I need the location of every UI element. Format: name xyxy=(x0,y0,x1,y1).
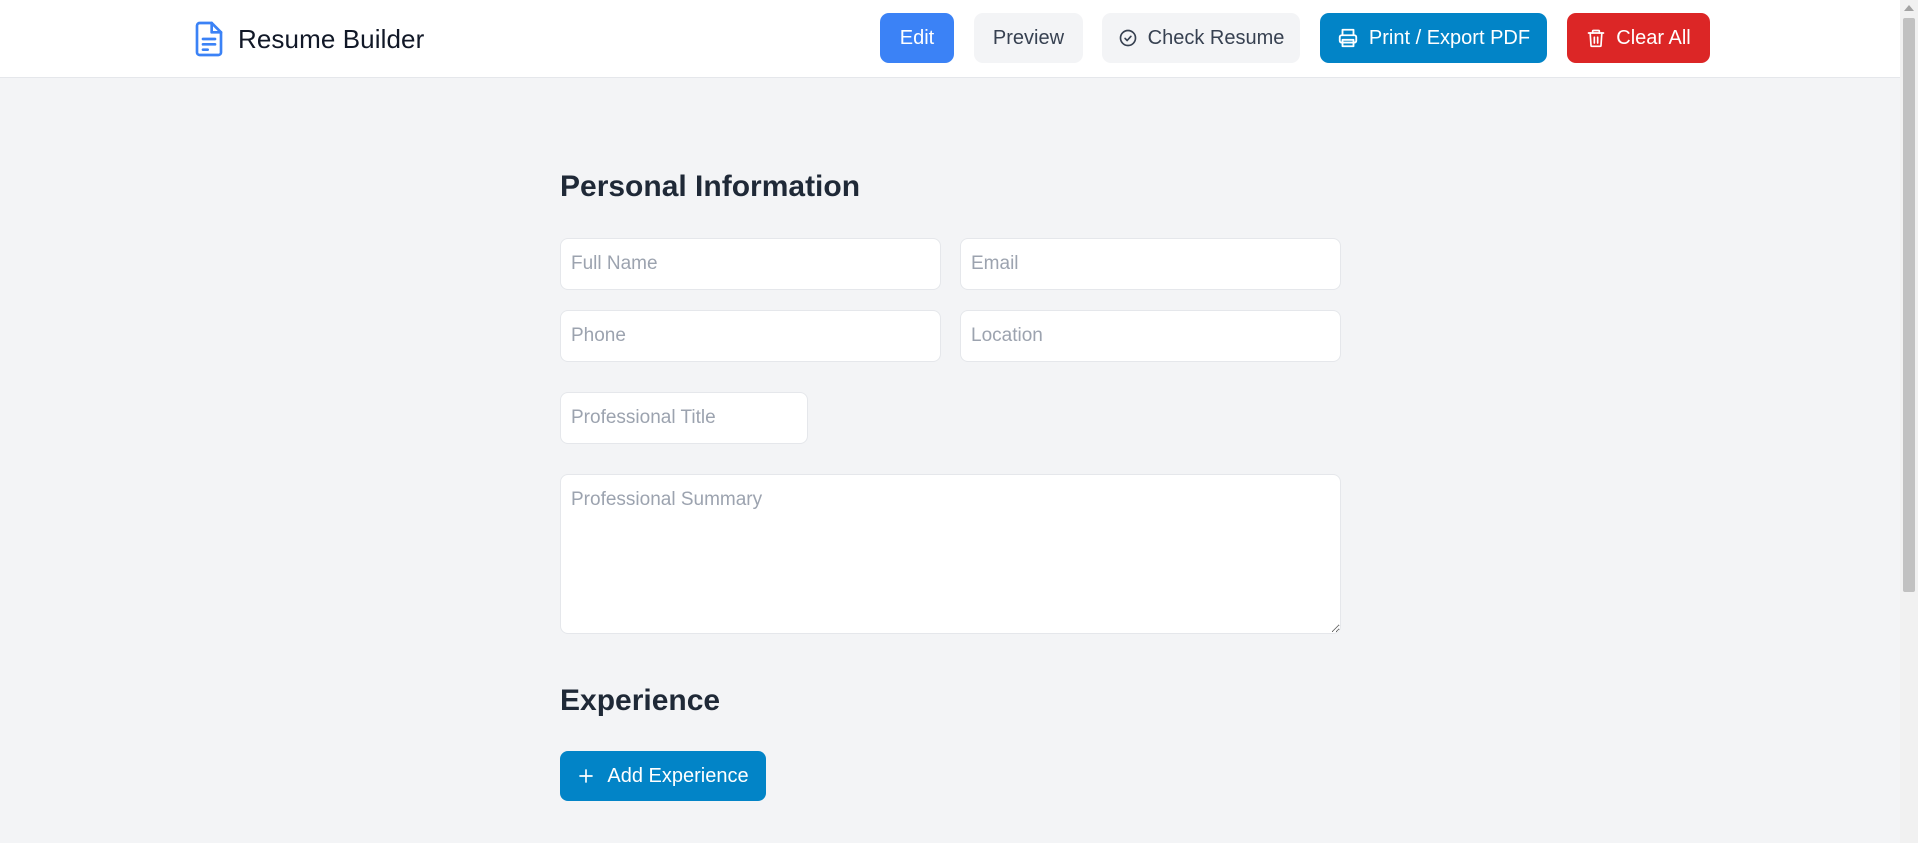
check-resume-button-label: Check Resume xyxy=(1147,26,1285,49)
trash-icon xyxy=(1586,27,1606,49)
printer-icon xyxy=(1337,27,1359,49)
scrollbar-thumb[interactable] xyxy=(1903,18,1915,592)
preview-button[interactable]: Preview xyxy=(974,13,1083,63)
check-resume-button[interactable]: Check Resume xyxy=(1102,13,1300,63)
add-experience-button-label: Add Experience xyxy=(607,764,749,787)
page-scrollbar[interactable] xyxy=(1900,0,1918,843)
preview-button-label: Preview xyxy=(992,26,1065,49)
edit-button-label: Edit xyxy=(899,26,935,49)
professional-summary-textarea[interactable] xyxy=(560,474,1341,634)
clear-all-button-label: Clear All xyxy=(1616,26,1691,49)
phone-input[interactable] xyxy=(560,310,941,362)
app-title: Resume Builder xyxy=(238,23,425,54)
experience-heading: Experience xyxy=(560,684,721,717)
check-circle-icon xyxy=(1118,28,1138,48)
add-experience-button[interactable]: Add Experience xyxy=(560,751,766,801)
scroll-up-arrow-icon[interactable] xyxy=(1900,0,1918,16)
professional-title-input[interactable] xyxy=(560,392,808,444)
edit-button[interactable]: Edit xyxy=(880,13,954,63)
personal-info-heading: Personal Information xyxy=(560,170,861,203)
plus-icon xyxy=(577,767,595,785)
document-icon xyxy=(192,19,226,59)
brand: Resume Builder xyxy=(192,18,424,60)
app-header: Resume Builder Edit Preview Check Resume… xyxy=(0,0,1900,78)
clear-all-button[interactable]: Clear All xyxy=(1567,13,1710,63)
email-input[interactable] xyxy=(960,238,1341,290)
location-input[interactable] xyxy=(960,310,1341,362)
print-export-button[interactable]: Print / Export PDF xyxy=(1320,13,1547,63)
full-name-input[interactable] xyxy=(560,238,941,290)
print-export-button-label: Print / Export PDF xyxy=(1368,26,1531,49)
